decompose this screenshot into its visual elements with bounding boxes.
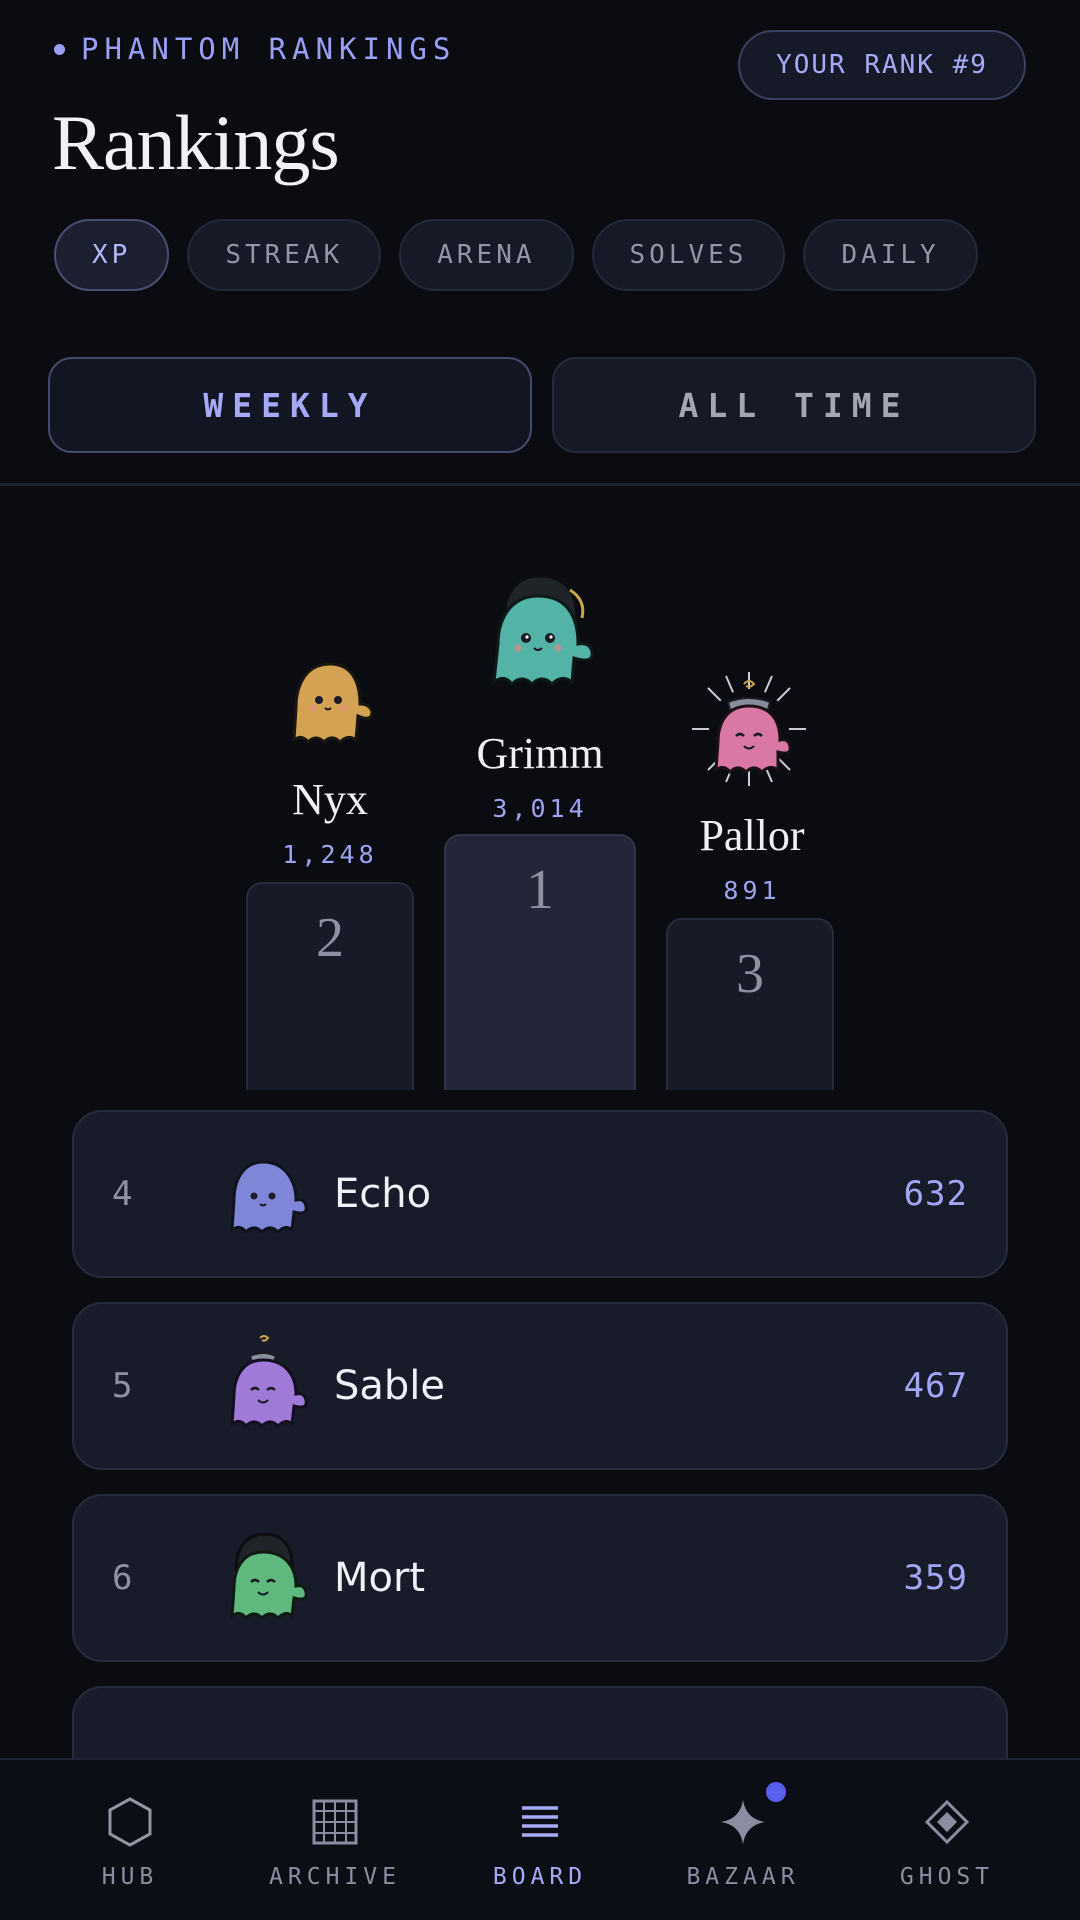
podium-third-name: Pallor (699, 811, 805, 860)
page-title: Rankings (52, 99, 340, 186)
podium-place-2: 2 (316, 907, 344, 969)
nav-ghost-label: GHOST (899, 1864, 995, 1890)
podium-second-name: Nyx (292, 775, 368, 824)
nyx-ghost-avatar (292, 662, 374, 745)
podium-block-first: 1 (444, 834, 636, 1090)
podium-second[interactable]: Nyx 1,248 (230, 775, 430, 870)
player-name: Mort (334, 1555, 426, 1601)
player-score: 467 (903, 1366, 968, 1406)
rank-number: 6 (112, 1558, 133, 1598)
list-item[interactable]: 6 Mort 359 (72, 1494, 1008, 1662)
tab-xp[interactable]: XP (54, 219, 170, 291)
tab-daily[interactable]: DAILY (803, 219, 978, 291)
mort-ghost-avatar (230, 1532, 308, 1621)
nav-ghost[interactable]: GHOST (839, 1760, 1055, 1920)
bottom-nav: HUB ARCHIVE BOARD BAZAAR GHOST (0, 1758, 1080, 1920)
podium-block-second: 2 (246, 882, 414, 1090)
nav-bazaar[interactable]: BAZAAR (635, 1760, 851, 1920)
podium-first-score: 3,014 (492, 794, 588, 823)
podium-third-score: 891 (723, 876, 781, 905)
list-icon (432, 1792, 648, 1852)
tab-arena[interactable]: ARENA (399, 219, 574, 291)
tab-solves[interactable]: SOLVES (591, 219, 786, 291)
all-time-button[interactable]: ALL TIME (552, 357, 1036, 453)
player-name: Sable (334, 1363, 446, 1409)
nav-board-label: BOARD (492, 1864, 588, 1890)
podium-first[interactable]: Grimm 3,014 (440, 729, 640, 824)
nav-hub[interactable]: HUB (22, 1760, 238, 1920)
hexagon-icon (22, 1792, 238, 1852)
sable-ghost-avatar (230, 1335, 308, 1429)
podium-place-3: 3 (736, 943, 764, 1005)
list-item[interactable]: 5 Sable 467 (72, 1302, 1008, 1470)
player-name: Echo (334, 1171, 432, 1217)
list-item[interactable]: 4 Echo 632 (72, 1110, 1008, 1278)
divider (0, 483, 1080, 486)
notification-badge (766, 1782, 786, 1802)
sparkle-icon (635, 1792, 851, 1852)
player-score: 632 (903, 1174, 968, 1214)
player-score: 359 (903, 1558, 968, 1598)
category-tabs: XP STREAK ARENA SOLVES DAILY (54, 219, 978, 291)
eyebrow-label: PHANTOM RANKINGS (81, 32, 457, 66)
echo-ghost-avatar (230, 1160, 308, 1235)
podium-block-third: 3 (666, 918, 834, 1090)
podium-third[interactable]: Pallor 891 (652, 811, 852, 906)
rank-number: 4 (112, 1174, 133, 1214)
pallor-ghost-avatar (692, 672, 806, 786)
tab-streak[interactable]: STREAK (187, 219, 382, 291)
your-rank-button[interactable]: YOUR RANK #9 (738, 30, 1026, 100)
nav-bazaar-label: BAZAAR (686, 1864, 800, 1890)
eyebrow-dot-icon (54, 43, 65, 55)
podium-second-score: 1,248 (282, 840, 378, 869)
podium-first-name: Grimm (476, 729, 604, 778)
rank-number: 5 (112, 1366, 133, 1406)
nav-archive-label: ARCHIVE (269, 1864, 401, 1890)
nav-hub-label: HUB (101, 1864, 159, 1890)
grid-icon (227, 1792, 443, 1852)
eyebrow: PHANTOM RANKINGS (54, 32, 456, 66)
nav-archive[interactable]: ARCHIVE (227, 1760, 443, 1920)
grimm-ghost-avatar (492, 574, 594, 687)
podium-place-1: 1 (526, 859, 554, 921)
weekly-button[interactable]: WEEKLY (48, 357, 532, 453)
nav-board[interactable]: BOARD (432, 1760, 648, 1920)
diamond-icon (839, 1792, 1055, 1852)
period-toggle: WEEKLY ALL TIME (48, 357, 1036, 453)
